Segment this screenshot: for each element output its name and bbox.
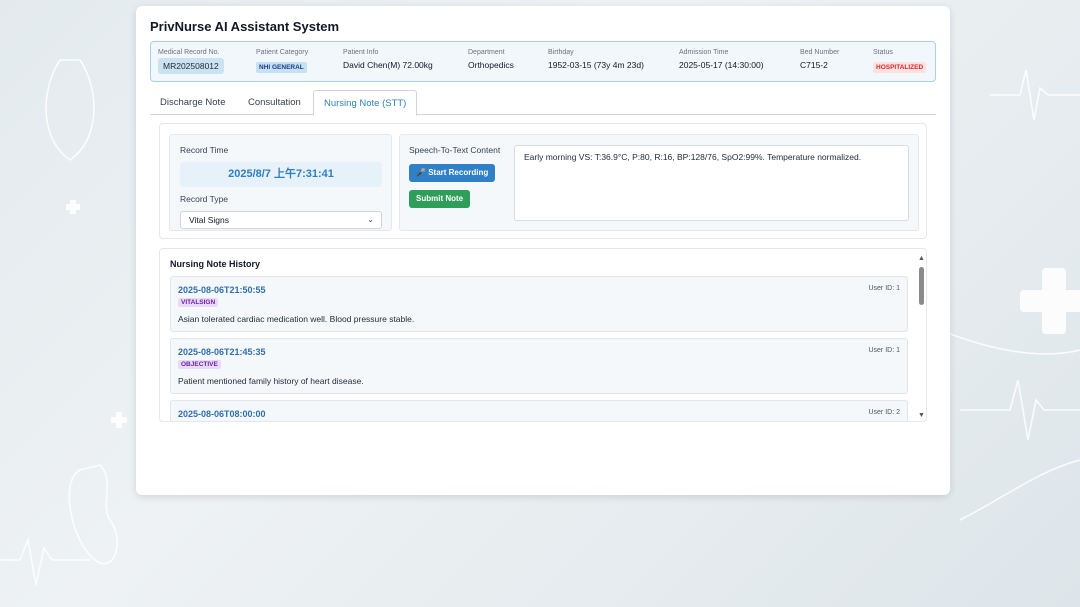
patient-info-field: Patient Info David Chen(M) 72.00kg: [343, 49, 433, 70]
record-time-value: 2025/8/7 上午7:31:41: [180, 162, 382, 187]
entry-time: 2025-08-06T21:45:35: [178, 347, 266, 357]
entry-time: 2025-08-06T21:50:55: [178, 285, 266, 295]
status-label: Status: [873, 49, 893, 56]
birthday-field: Birthday 1952-03-15 (73y 4m 23d): [548, 49, 644, 70]
category-badge: NHI GENERAL: [256, 62, 307, 73]
tab-bar: Discharge Note Consultation Nursing Note…: [150, 90, 936, 116]
bed-label: Bed Number: [800, 49, 840, 56]
scroll-down-arrow-icon[interactable]: ▼: [918, 412, 925, 419]
history-scrollbar[interactable]: ▲ ▼: [918, 255, 925, 419]
microphone-icon: 🎤: [416, 168, 426, 177]
bed-value: C715-2: [800, 60, 828, 70]
record-type-value: Vital Signs: [189, 215, 230, 225]
record-time-section: Record Time 2025/8/7 上午7:31:41 Record Ty…: [169, 134, 392, 231]
record-time-label: Record Time: [180, 145, 229, 155]
birthday-value: 1952-03-15 (73y 4m 23d): [548, 60, 644, 70]
stt-section: Speech-To-Text Content 🎤 Start Recording…: [399, 134, 919, 231]
category-field: Patient Category NHI GENERAL: [256, 49, 308, 74]
nursing-note-form: Record Time 2025/8/7 上午7:31:41 Record Ty…: [159, 123, 927, 239]
tab-discharge-note[interactable]: Discharge Note: [150, 90, 235, 115]
mrn-label: Medical Record No.: [158, 49, 220, 56]
entry-user: User ID: 2: [868, 409, 900, 416]
start-recording-label: Start Recording: [428, 168, 489, 177]
patient-info-bar: Medical Record No. MR202508012 Patient C…: [150, 41, 936, 82]
start-recording-button[interactable]: 🎤 Start Recording: [409, 164, 496, 182]
status-badge: HOSPITALIZED: [873, 62, 927, 73]
stt-content-textarea[interactable]: Early morning VS: T:36.9°C, P:80, R:16, …: [514, 145, 909, 221]
category-label: Patient Category: [256, 49, 309, 56]
department-field: Department Orthopedics: [468, 49, 514, 70]
department-value: Orthopedics: [468, 60, 514, 70]
patient-info-label: Patient Info: [343, 49, 379, 56]
entry-user: User ID: 1: [868, 347, 900, 354]
tab-consultation[interactable]: Consultation: [238, 90, 311, 115]
entry-time: 2025-08-06T08:00:00: [178, 409, 266, 419]
mrn-field: Medical Record No. MR202508012: [158, 49, 224, 74]
record-type-select[interactable]: Vital Signs ⌄: [180, 211, 382, 229]
mrn-value: MR202508012: [158, 58, 224, 74]
history-title: Nursing Note History: [170, 259, 261, 269]
main-panel: PrivNurse AI Assistant System Medical Re…: [136, 6, 950, 495]
entry-tag-badge: VITALSIGN: [178, 298, 219, 307]
admission-field: Admission Time 2025-05-17 (14:30:00): [679, 49, 764, 70]
status-field: Status HOSPITALIZED: [873, 49, 927, 74]
nursing-note-history: Nursing Note History 2025-08-06T21:50:55…: [159, 248, 927, 422]
entry-tag-badge: OBJECTIVE: [178, 360, 221, 369]
scroll-up-arrow-icon[interactable]: ▲: [918, 255, 925, 262]
entry-text: Patient mentioned family history of hear…: [178, 376, 364, 386]
history-entry[interactable]: 2025-08-06T21:45:35 User ID: 1 OBJECTIVE…: [170, 338, 908, 394]
scroll-thumb[interactable]: [919, 267, 924, 305]
bed-field: Bed Number C715-2: [800, 49, 839, 70]
department-label: Department: [468, 49, 505, 56]
history-entry[interactable]: 2025-08-06T21:50:55 User ID: 1 VITALSIGN…: [170, 276, 908, 332]
app-title: PrivNurse AI Assistant System: [150, 19, 340, 34]
record-type-label: Record Type: [180, 194, 229, 204]
birthday-label: Birthday: [548, 49, 574, 56]
tab-nursing-note-stt[interactable]: Nursing Note (STT): [313, 90, 418, 116]
history-entry[interactable]: 2025-08-06T08:00:00 User ID: 2: [170, 400, 908, 421]
patient-info-value: David Chen(M) 72.00kg: [343, 60, 433, 70]
admission-value: 2025-05-17 (14:30:00): [679, 60, 764, 70]
admission-label: Admission Time: [679, 49, 729, 56]
chevron-down-icon: ⌄: [367, 215, 374, 224]
submit-note-button[interactable]: Submit Note: [409, 190, 471, 208]
stt-label: Speech-To-Text Content: [409, 145, 501, 155]
entry-text: Asian tolerated cardiac medication well.…: [178, 314, 415, 324]
entry-user: User ID: 1: [868, 285, 900, 292]
